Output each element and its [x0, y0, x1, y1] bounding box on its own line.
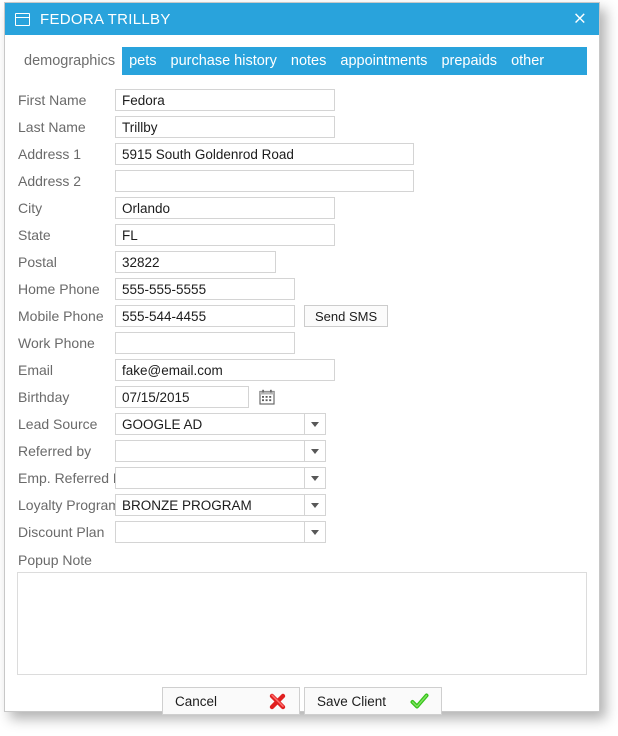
tab-pets[interactable]: pets [122, 47, 163, 75]
referred-by-combo[interactable] [115, 440, 326, 462]
home-phone-input[interactable]: 555-555-5555 [115, 278, 295, 300]
tabstrip-container: demographics pets purchase history notes… [5, 35, 599, 75]
email-input[interactable]: fake@email.com [115, 359, 335, 381]
popup-note-label: Popup Note [18, 552, 92, 568]
last-name-label: Last Name [18, 119, 86, 135]
postal-input[interactable]: 32822 [115, 251, 276, 273]
tab-notes[interactable]: notes [284, 47, 333, 75]
address2-label: Address 2 [18, 173, 82, 189]
address1-label: Address 1 [18, 146, 82, 162]
row-mobile-phone: Mobile Phone 555-544-4455 Send SMS [5, 303, 599, 329]
calendar-icon[interactable] [259, 389, 275, 405]
referred-by-value[interactable] [115, 440, 305, 462]
home-phone-label: Home Phone [18, 281, 100, 297]
lead-source-value[interactable]: GOOGLE AD [115, 413, 305, 435]
first-name-input[interactable]: Fedora [115, 89, 335, 111]
tab-prepaids[interactable]: prepaids [434, 47, 504, 75]
discount-plan-combo[interactable] [115, 521, 326, 543]
loyalty-program-label: Loyalty Program [18, 497, 120, 513]
cancel-button-label: Cancel [175, 693, 218, 709]
last-name-input[interactable]: Trillby [115, 116, 335, 138]
row-first-name: First Name Fedora [5, 87, 599, 113]
tab-demographics[interactable]: demographics [17, 47, 123, 75]
chevron-down-icon[interactable] [305, 521, 326, 543]
client-window: FEDORA TRILLBY × demographics pets purch… [4, 2, 600, 715]
window-title: FEDORA TRILLBY [40, 10, 171, 28]
row-work-phone: Work Phone [5, 330, 599, 356]
chevron-down-icon[interactable] [305, 494, 326, 516]
city-input[interactable]: Orlando [115, 197, 335, 219]
emp-referred-by-value[interactable] [115, 467, 305, 489]
loyalty-program-combo[interactable]: BRONZE PROGRAM [115, 494, 326, 516]
row-postal: Postal 32822 [5, 249, 599, 275]
emp-referred-by-label: Emp. Referred By [18, 470, 130, 486]
emp-referred-by-combo[interactable] [115, 467, 326, 489]
chevron-down-icon[interactable] [305, 440, 326, 462]
row-email: Email fake@email.com [5, 357, 599, 383]
chevron-down-icon[interactable] [305, 413, 326, 435]
dialog-button-row: Cancel Save Client [5, 687, 599, 715]
postal-label: Postal [18, 254, 57, 270]
red-x-icon [268, 692, 287, 711]
birthday-label: Birthday [18, 389, 70, 405]
loyalty-program-value[interactable]: BRONZE PROGRAM [115, 494, 305, 516]
popup-note-textarea[interactable] [17, 572, 587, 675]
save-client-button[interactable]: Save Client [304, 687, 442, 715]
row-emp-referred-by: Emp. Referred By [5, 465, 599, 491]
save-client-button-label: Save Client [317, 693, 387, 709]
address2-input[interactable] [115, 170, 414, 192]
close-icon[interactable]: × [573, 10, 587, 28]
chevron-down-icon[interactable] [305, 467, 326, 489]
green-check-icon [410, 692, 429, 711]
send-sms-button[interactable]: Send SMS [304, 305, 389, 327]
window-icon [15, 12, 30, 26]
row-address1: Address 1 5915 South Goldenrod Road [5, 141, 599, 167]
referred-by-label: Referred by [18, 443, 92, 459]
tab-other[interactable]: other [504, 47, 551, 75]
row-last-name: Last Name Trillby [5, 114, 599, 140]
email-label: Email [18, 362, 54, 378]
state-label: State [18, 227, 51, 243]
mobile-phone-label: Mobile Phone [18, 308, 104, 324]
tab-purchase-history[interactable]: purchase history [164, 47, 284, 75]
lead-source-combo[interactable]: GOOGLE AD [115, 413, 326, 435]
city-label: City [18, 200, 43, 216]
discount-plan-label: Discount Plan [18, 524, 105, 540]
discount-plan-value[interactable] [115, 521, 305, 543]
tabstrip: demographics pets purchase history notes… [17, 47, 587, 75]
tab-appointments[interactable]: appointments [333, 47, 434, 75]
row-home-phone: Home Phone 555-555-5555 [5, 276, 599, 302]
demographics-form: First Name Fedora Last Name Trillby Addr… [5, 75, 599, 715]
lead-source-label: Lead Source [18, 416, 98, 432]
row-address2: Address 2 [5, 168, 599, 194]
work-phone-label: Work Phone [18, 335, 95, 351]
birthday-input[interactable]: 07/15/2015 [115, 386, 249, 408]
row-referred-by: Referred by [5, 438, 599, 464]
row-birthday: Birthday 07/15/2015 [5, 384, 599, 410]
work-phone-input[interactable] [115, 332, 295, 354]
row-discount-plan: Discount Plan [5, 519, 599, 545]
row-lead-source: Lead Source GOOGLE AD [5, 411, 599, 437]
first-name-label: First Name [18, 92, 87, 108]
titlebar: FEDORA TRILLBY × [5, 3, 599, 35]
row-city: City Orlando [5, 195, 599, 221]
row-state: State FL [5, 222, 599, 248]
state-input[interactable]: FL [115, 224, 335, 246]
row-loyalty-program: Loyalty Program BRONZE PROGRAM [5, 492, 599, 518]
cancel-button[interactable]: Cancel [162, 687, 300, 715]
address1-input[interactable]: 5915 South Goldenrod Road [115, 143, 414, 165]
mobile-phone-input[interactable]: 555-544-4455 [115, 305, 295, 327]
